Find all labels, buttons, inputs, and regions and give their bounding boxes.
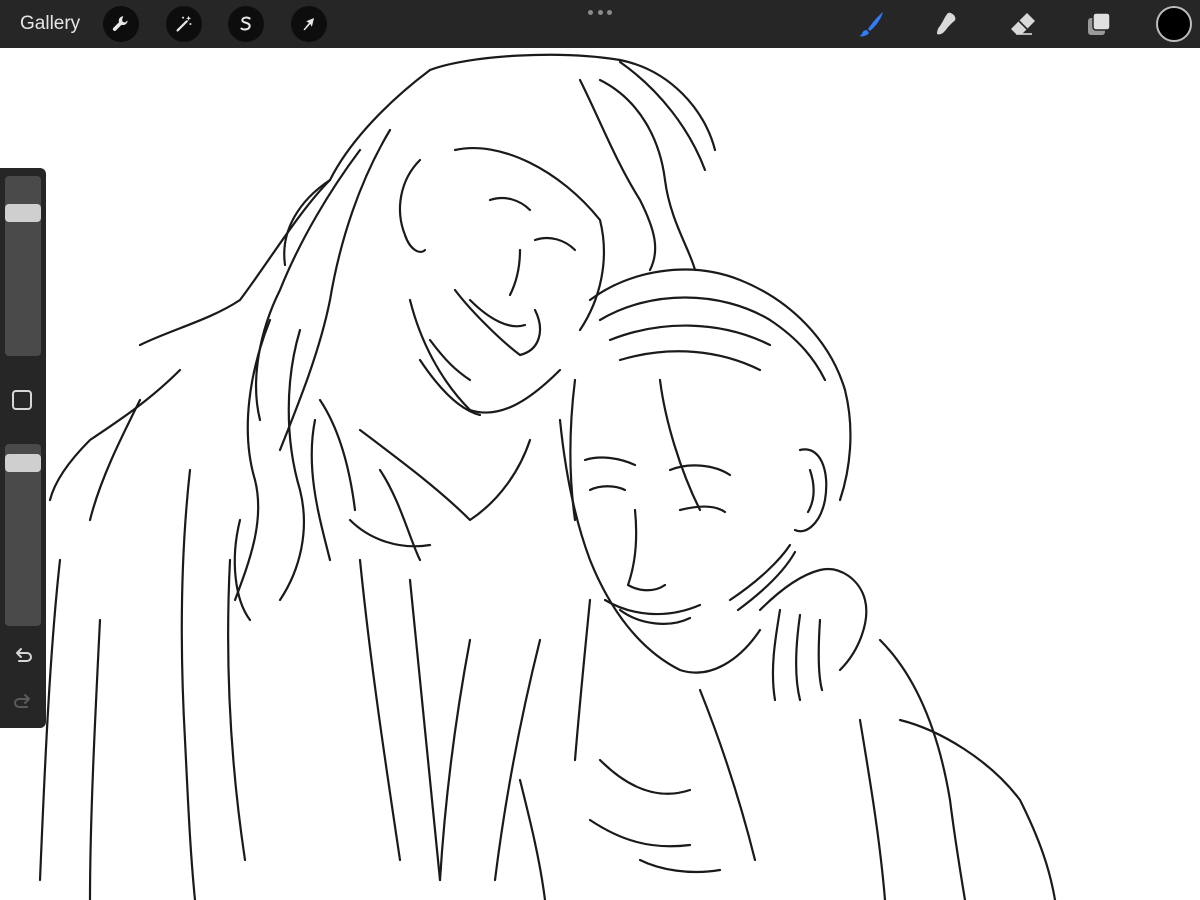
more-options-icon[interactable] bbox=[588, 8, 612, 16]
layers-button[interactable] bbox=[1082, 8, 1116, 40]
adjustments-button[interactable] bbox=[166, 6, 202, 42]
eraser-icon bbox=[1011, 13, 1035, 35]
transform-arrow-icon bbox=[303, 18, 315, 31]
brush-icon bbox=[859, 12, 883, 37]
gallery-button[interactable]: Gallery bbox=[20, 12, 80, 36]
smudge-icon bbox=[937, 12, 956, 35]
drawing-canvas[interactable] bbox=[0, 48, 1200, 900]
brush-button[interactable] bbox=[854, 8, 888, 40]
transform-button[interactable] bbox=[291, 6, 327, 42]
top-toolbar: Gallery bbox=[0, 0, 1200, 48]
actions-button[interactable] bbox=[103, 6, 139, 42]
layers-icon bbox=[1088, 12, 1111, 35]
color-picker-button[interactable] bbox=[1156, 6, 1192, 42]
selection-icon bbox=[240, 16, 251, 31]
wrench-icon bbox=[112, 16, 128, 31]
eraser-button[interactable] bbox=[1006, 8, 1040, 40]
selection-button[interactable] bbox=[228, 6, 264, 42]
magic-wand-icon bbox=[176, 15, 192, 32]
smudge-button[interactable] bbox=[929, 8, 963, 40]
line-art-drawing[interactable] bbox=[0, 48, 1200, 900]
